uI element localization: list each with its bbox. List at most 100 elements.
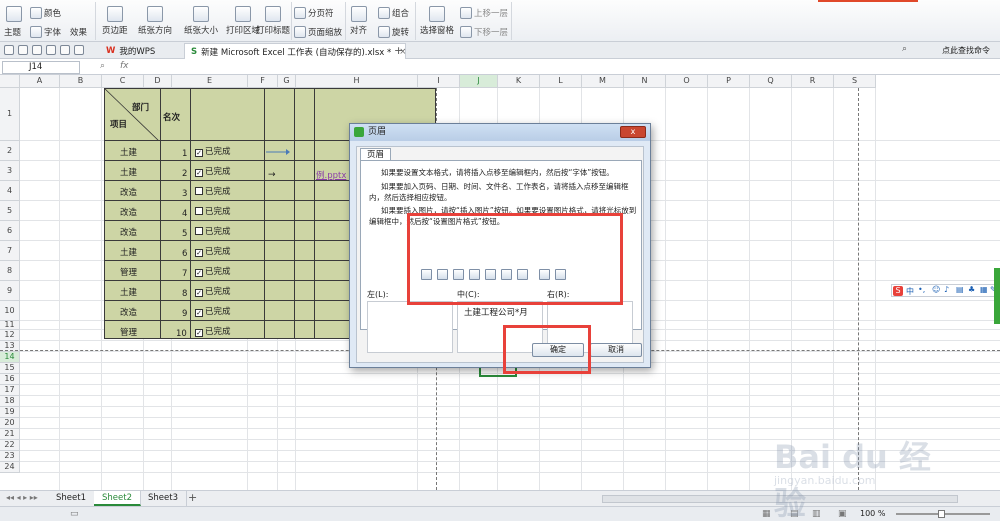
- tab-my-wps[interactable]: W 我的WPS: [100, 43, 180, 59]
- side-green-tab[interactable]: [994, 268, 1000, 324]
- row-header[interactable]: 1: [0, 88, 20, 141]
- zoom-icon[interactable]: ⌕: [100, 61, 105, 71]
- row-header[interactable]: 8: [0, 261, 20, 281]
- send-backward-button[interactable]: 下移一层: [460, 26, 508, 38]
- theme-label-button[interactable]: 主题: [4, 26, 21, 38]
- column-header[interactable]: R: [792, 75, 834, 88]
- row-header[interactable]: 4: [0, 181, 20, 201]
- row-header[interactable]: 5: [0, 201, 20, 221]
- column-header[interactable]: L: [540, 75, 582, 88]
- tab-excel-document[interactable]: S 新建 Microsoft Excel 工作表 (自动保存的).xlsx * …: [184, 43, 406, 59]
- column-header[interactable]: C: [102, 75, 144, 88]
- new-tab-icon[interactable]: +: [394, 44, 403, 57]
- font-button[interactable]: 字体: [30, 26, 61, 38]
- checkbox-checked-icon[interactable]: ✓: [195, 249, 203, 257]
- search-icon[interactable]: ⌕: [902, 44, 907, 54]
- page-break-button[interactable]: 分页符: [294, 7, 334, 19]
- group-button[interactable]: 组合: [378, 7, 409, 19]
- ime-mode-label[interactable]: 中: [906, 286, 914, 297]
- print-icon[interactable]: [32, 45, 42, 55]
- ime-toolbar[interactable]: S 中 •, ☺ ♪ ▤ ♣ ▦ ✎: [891, 284, 999, 297]
- row-header[interactable]: 10: [0, 301, 20, 321]
- row-header[interactable]: 11: [0, 321, 20, 330]
- column-header[interactable]: O: [666, 75, 708, 88]
- row-header[interactable]: 17: [0, 385, 20, 396]
- redo-icon[interactable]: [74, 45, 84, 55]
- row-header[interactable]: 24: [0, 462, 20, 473]
- table-cell-status[interactable]: ✓ 已完成: [195, 245, 231, 257]
- orientation-button[interactable]: 纸张方向: [138, 6, 172, 36]
- print-title-button[interactable]: 打印标题: [256, 6, 290, 36]
- table-cell-status[interactable]: ✓ 已完成: [195, 145, 231, 157]
- checkbox-checked-icon[interactable]: ✓: [195, 169, 203, 177]
- hyperlink-pptx[interactable]: 例.pptx: [316, 169, 346, 181]
- table-cell-status[interactable]: ✓ 已完成: [195, 165, 231, 177]
- row-header[interactable]: 18: [0, 396, 20, 407]
- print-area-button[interactable]: 打印区域: [226, 6, 260, 36]
- checkbox-unchecked-icon[interactable]: [195, 207, 203, 215]
- row-header[interactable]: 12: [0, 330, 20, 341]
- column-header[interactable]: S: [834, 75, 876, 88]
- close-icon[interactable]: x: [620, 126, 646, 138]
- column-header[interactable]: N: [624, 75, 666, 88]
- column-header[interactable]: D: [144, 75, 172, 88]
- mic-icon[interactable]: ♪: [944, 285, 949, 294]
- row-header[interactable]: 6: [0, 221, 20, 241]
- row-header[interactable]: 22: [0, 440, 20, 451]
- name-box[interactable]: J14: [2, 61, 80, 74]
- checkbox-unchecked-icon[interactable]: [195, 227, 203, 235]
- add-sheet-icon[interactable]: +: [188, 491, 197, 504]
- select-all-corner[interactable]: [0, 75, 20, 88]
- table-cell-status[interactable]: 已完成: [195, 225, 231, 237]
- bring-forward-button[interactable]: 上移一层: [460, 7, 508, 19]
- column-header[interactable]: H: [296, 75, 418, 88]
- row-header[interactable]: 14: [0, 352, 20, 363]
- save-icon[interactable]: [4, 45, 14, 55]
- table-cell-status[interactable]: ✓ 已完成: [195, 285, 231, 297]
- dialog-titlebar[interactable]: 页眉 x: [350, 124, 650, 141]
- keyboard-icon[interactable]: ▤: [956, 285, 964, 294]
- effect-button[interactable]: 效果: [70, 26, 87, 38]
- column-header[interactable]: P: [708, 75, 750, 88]
- preview-icon[interactable]: [46, 45, 56, 55]
- formula-input[interactable]: [136, 61, 996, 74]
- row-header[interactable]: 19: [0, 407, 20, 418]
- sheet-tab-1[interactable]: Sheet1: [48, 491, 95, 506]
- selection-pane-button[interactable]: 选择窗格: [420, 6, 454, 36]
- menu-icon[interactable]: ▦: [980, 285, 988, 294]
- sheet-nav-icon[interactable]: ◂◂ ◂ ▸ ▸▸: [6, 493, 38, 502]
- rotate-button[interactable]: 旋转: [378, 26, 409, 38]
- row-header[interactable]: 7: [0, 241, 20, 261]
- row-header[interactable]: 15: [0, 363, 20, 374]
- page-zoom-button[interactable]: 页面缩放: [294, 26, 342, 38]
- row-header[interactable]: 9: [0, 281, 20, 301]
- checkbox-checked-icon[interactable]: ✓: [195, 269, 203, 277]
- cancel-button[interactable]: 取消: [590, 343, 642, 357]
- table-cell-status[interactable]: ✓ 已完成: [195, 265, 231, 277]
- column-header[interactable]: Q: [750, 75, 792, 88]
- column-header[interactable]: K: [498, 75, 540, 88]
- column-header[interactable]: I: [418, 75, 460, 88]
- column-header[interactable]: G: [278, 75, 296, 88]
- checkbox-unchecked-icon[interactable]: [195, 187, 203, 195]
- row-header[interactable]: 2: [0, 141, 20, 161]
- row-header[interactable]: 23: [0, 451, 20, 462]
- checkbox-checked-icon[interactable]: ✓: [195, 149, 203, 157]
- table-cell-status[interactable]: 已完成: [195, 205, 231, 217]
- table-cell-status[interactable]: 已完成: [195, 185, 231, 197]
- sheet-tab-2[interactable]: Sheet2: [94, 491, 141, 506]
- margin-button[interactable]: 页边距: [102, 6, 128, 36]
- column-header[interactable]: E: [172, 75, 248, 88]
- emoji-icon[interactable]: ☺: [932, 285, 940, 294]
- column-header[interactable]: M: [582, 75, 624, 88]
- command-search-input[interactable]: 点此查找命令: [942, 45, 990, 56]
- undo-icon[interactable]: [60, 45, 70, 55]
- align-button[interactable]: 对齐: [350, 6, 367, 36]
- column-header[interactable]: B: [60, 75, 102, 88]
- theme-button[interactable]: [6, 6, 22, 22]
- table-cell-status[interactable]: ✓ 已完成: [195, 305, 231, 317]
- fx-icon[interactable]: fx: [120, 61, 129, 71]
- open-icon[interactable]: [18, 45, 28, 55]
- skin-icon[interactable]: ♣: [968, 285, 975, 294]
- row-header[interactable]: 21: [0, 429, 20, 440]
